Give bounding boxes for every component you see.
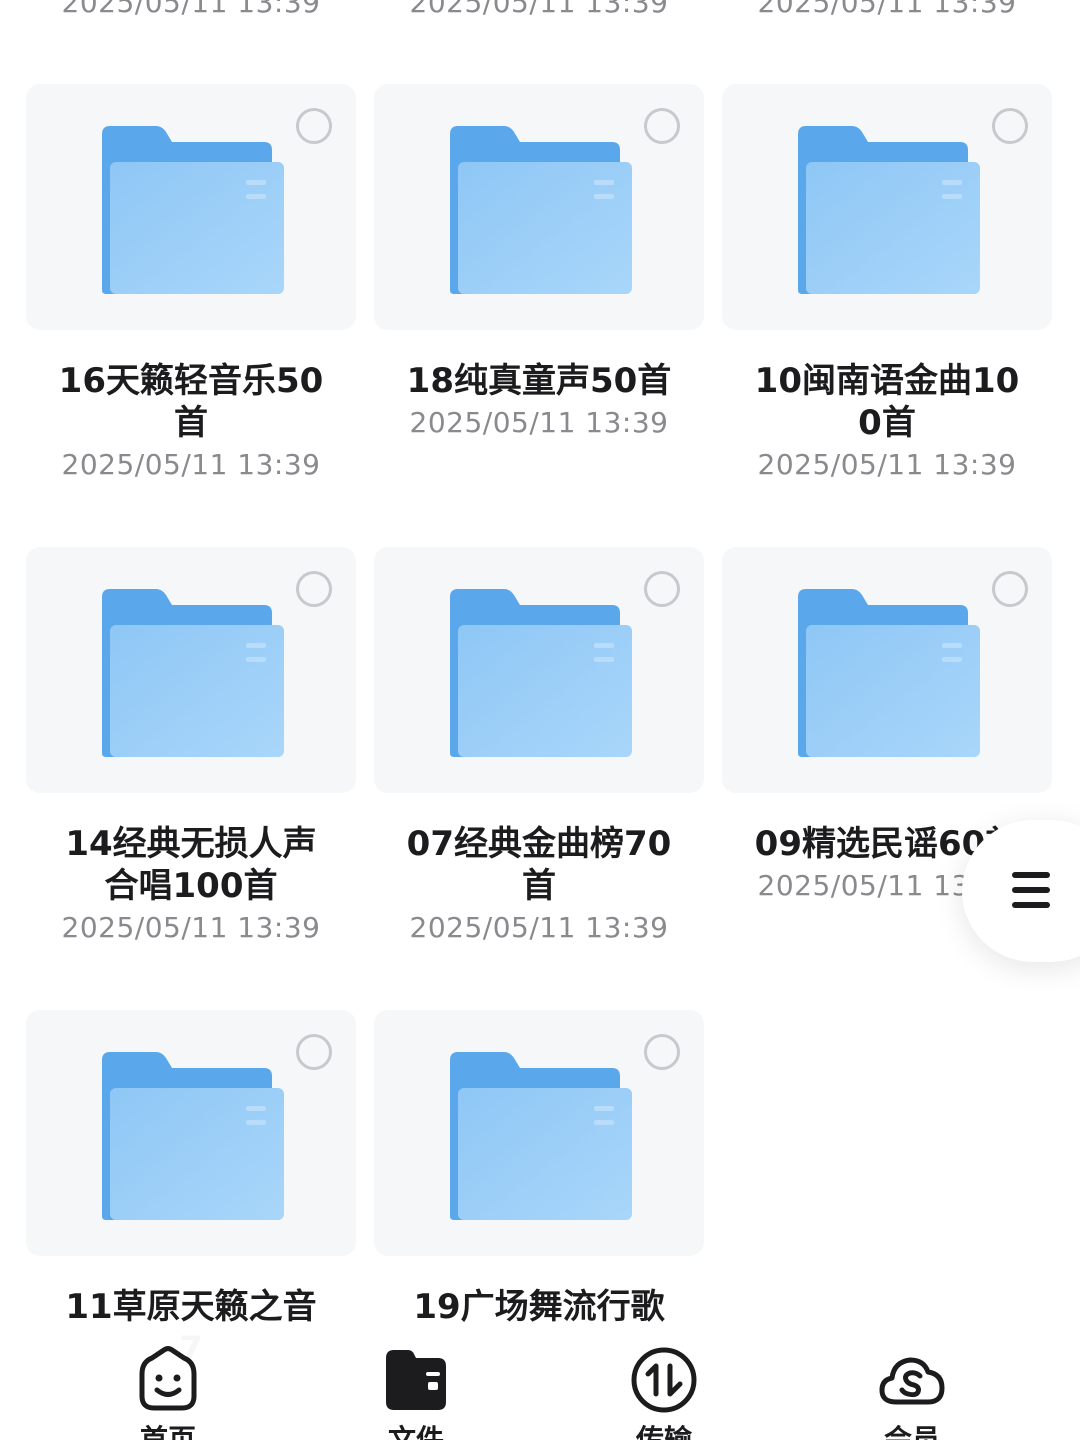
folder-date: 2025/05/11 13:39 — [409, 911, 669, 944]
transfer-arrows-icon — [631, 1347, 697, 1413]
folder-date: 2025/05/11 13:39 — [757, 448, 1017, 481]
folder-icon — [450, 589, 632, 757]
folder-icon — [102, 126, 284, 294]
nav-item-home[interactable]: 首页 — [98, 1344, 238, 1440]
nav-item-member[interactable]: 会员 — [842, 1344, 982, 1440]
prev-row-date: 2025/05/11 13:39 — [757, 0, 1017, 19]
folder-card[interactable]: 11草原天籁之音7 — [26, 1010, 356, 1370]
folder-name: 10闽南语金曲100首 — [754, 361, 1020, 443]
folder-card[interactable]: 07经典金曲榜70首 2025/05/11 13:39 — [374, 547, 704, 949]
folder-icon — [798, 589, 980, 757]
folder-thumbnail[interactable] — [374, 547, 704, 793]
folder-thumbnail[interactable] — [722, 547, 1052, 793]
folder-thumbnail[interactable] — [26, 1010, 356, 1256]
nav-label: 文件 — [387, 1423, 444, 1440]
select-checkbox[interactable] — [296, 571, 332, 607]
file-browser-screen: 2025/05/11 13:39 2025/05/11 13:39 2025/0… — [0, 0, 1080, 1440]
select-checkbox[interactable] — [644, 571, 680, 607]
select-checkbox[interactable] — [296, 1034, 332, 1070]
folder-icon — [102, 589, 284, 757]
nav-label: 首页 — [139, 1423, 196, 1440]
folder-icon — [102, 1052, 284, 1220]
nav-item-transfer[interactable]: 传输 — [594, 1344, 734, 1440]
bottom-navigation: 首页 文件 传输 会员 — [0, 1330, 1080, 1440]
select-checkbox[interactable] — [296, 108, 332, 144]
folder-thumbnail[interactable] — [374, 84, 704, 330]
folder-date: 2025/05/11 13:39 — [409, 406, 669, 439]
nav-item-files[interactable]: 文件 — [346, 1344, 486, 1440]
folder-name: 14经典无损人声合唱100首 — [65, 824, 317, 906]
prev-row-date: 2025/05/11 13:39 — [409, 0, 669, 19]
folder-thumbnail[interactable] — [374, 1010, 704, 1256]
folder-name: 07经典金曲榜70首 — [406, 824, 672, 906]
folder-card[interactable]: 10闽南语金曲100首 2025/05/11 13:39 — [722, 84, 1052, 486]
folder-card[interactable]: 16天籁轻音乐50首 2025/05/11 13:39 — [26, 84, 356, 486]
select-checkbox[interactable] — [644, 1034, 680, 1070]
prev-row-date: 2025/05/11 13:39 — [61, 0, 321, 19]
folder-name: 16天籁轻音乐50首 — [58, 361, 324, 443]
folder-card[interactable]: 18纯真童声50首 2025/05/11 13:39 — [374, 84, 704, 444]
folder-card[interactable]: 19广场舞流行歌 — [374, 1010, 704, 1328]
menu-icon — [1012, 872, 1052, 910]
folder-icon — [798, 126, 980, 294]
folder-thumbnail[interactable] — [26, 547, 356, 793]
nav-label: 会员 — [883, 1423, 940, 1440]
folder-icon — [450, 1052, 632, 1220]
folder-name: 19广场舞流行歌 — [413, 1287, 665, 1327]
folder-filled-icon — [386, 1350, 446, 1410]
folder-icon — [450, 126, 632, 294]
smile-face-icon — [139, 1346, 197, 1411]
select-checkbox[interactable] — [644, 108, 680, 144]
cloud-s-icon — [879, 1357, 945, 1405]
folder-date: 2025/05/11 13:39 — [61, 911, 321, 944]
select-checkbox[interactable] — [992, 571, 1028, 607]
folder-name: 18纯真童声50首 — [406, 361, 672, 401]
folder-date: 2025/05/11 13:39 — [61, 448, 321, 481]
folder-card[interactable]: 14经典无损人声合唱100首 2025/05/11 13:39 — [26, 547, 356, 949]
nav-label: 传输 — [635, 1423, 692, 1440]
folder-thumbnail[interactable] — [722, 84, 1052, 330]
select-checkbox[interactable] — [992, 108, 1028, 144]
folder-thumbnail[interactable] — [26, 84, 356, 330]
